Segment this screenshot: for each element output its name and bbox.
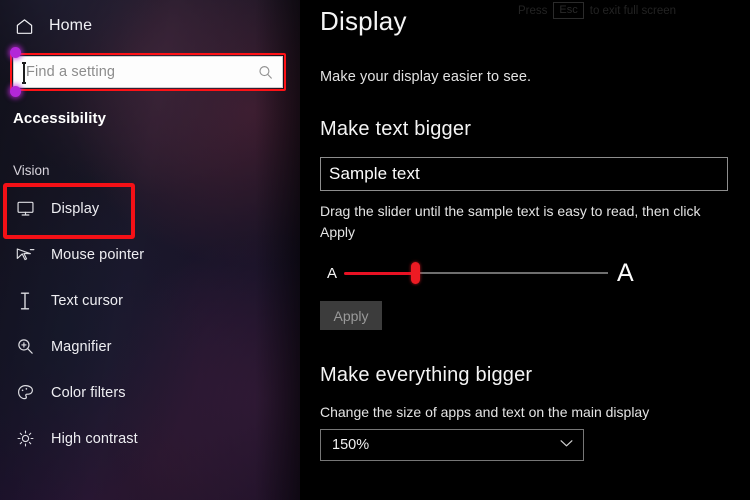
search-field-wrapper: Find a setting <box>10 47 286 97</box>
magnifier-icon <box>15 337 35 356</box>
sidebar-item-label: High contrast <box>51 430 138 447</box>
exit-fullscreen-hint: Press Esc to exit full screen <box>518 2 676 19</box>
sidebar-item-color-filters[interactable]: Color filters <box>0 372 300 413</box>
home-icon <box>15 17 34 36</box>
sidebar-item-label: Mouse pointer <box>51 246 145 263</box>
home-label: Home <box>49 17 93 34</box>
sidebar-item-label: Text cursor <box>51 292 124 309</box>
main-panel: Press Esc to exit full screen Display Ma… <box>300 0 750 500</box>
sidebar-item-text-cursor[interactable]: Text cursor <box>0 280 300 321</box>
home-button[interactable]: Home <box>0 4 300 48</box>
esc-hint-prefix: Press <box>518 4 548 17</box>
slider-track[interactable] <box>344 261 608 285</box>
selection-handle-bottom[interactable] <box>10 86 21 97</box>
esc-hint-suffix: to exit full screen <box>589 4 677 17</box>
brightness-icon <box>15 429 35 448</box>
sidebar-nav: Display Mouse pointer Text cursor Magnif… <box>0 183 300 459</box>
sample-text-box: Sample text <box>320 157 728 191</box>
group-label-vision: Vision <box>13 163 50 178</box>
sidebar-item-label: Display <box>51 200 100 217</box>
page-title: Accessibility <box>13 110 107 127</box>
slider-track-remainder <box>415 272 608 274</box>
settings-window: Home Find a setting Accessibility Vision… <box>0 0 750 500</box>
sidebar-item-mouse-pointer[interactable]: Mouse pointer <box>0 234 300 275</box>
slider-instructions: Drag the slider until the sample text is… <box>320 203 701 240</box>
make-everything-bigger-heading: Make everything bigger <box>320 364 533 386</box>
search-icon[interactable] <box>257 64 274 81</box>
make-text-bigger-heading: Make text bigger <box>320 118 472 140</box>
slider-min-label: A <box>326 264 337 282</box>
sidebar-item-label: Color filters <box>51 384 126 401</box>
sidebar-item-display[interactable]: Display <box>0 183 300 239</box>
search-placeholder: Find a setting <box>26 64 116 80</box>
selection-handle-top[interactable] <box>10 47 21 58</box>
search-input[interactable]: Find a setting <box>13 56 283 88</box>
esc-key-badge: Esc <box>553 2 584 19</box>
scale-dropdown[interactable]: 150% <box>320 429 584 461</box>
sample-text-label: Sample text <box>329 164 420 183</box>
sidebar-item-label: Magnifier <box>51 338 112 355</box>
monitor-icon <box>15 199 35 218</box>
sidebar: Home Find a setting Accessibility Vision… <box>0 0 300 500</box>
chevron-down-icon <box>560 439 573 451</box>
apply-button[interactable]: Apply <box>320 301 382 330</box>
mouse-pointer-icon <box>15 246 35 264</box>
slider-max-label: A <box>617 258 634 287</box>
scale-dropdown-value: 150% <box>332 437 370 453</box>
text-caret <box>22 62 26 84</box>
palette-icon <box>15 383 35 402</box>
text-size-slider[interactable]: A A <box>320 259 728 287</box>
sidebar-item-magnifier[interactable]: Magnifier <box>0 326 300 367</box>
display-subtitle: Make your display easier to see. <box>320 69 532 85</box>
scale-description: Change the size of apps and text on the … <box>320 404 650 420</box>
sidebar-item-high-contrast[interactable]: High contrast <box>0 418 300 459</box>
slider-thumb[interactable] <box>410 262 420 284</box>
slider-track-fill <box>344 271 416 275</box>
text-cursor-icon <box>15 291 35 311</box>
